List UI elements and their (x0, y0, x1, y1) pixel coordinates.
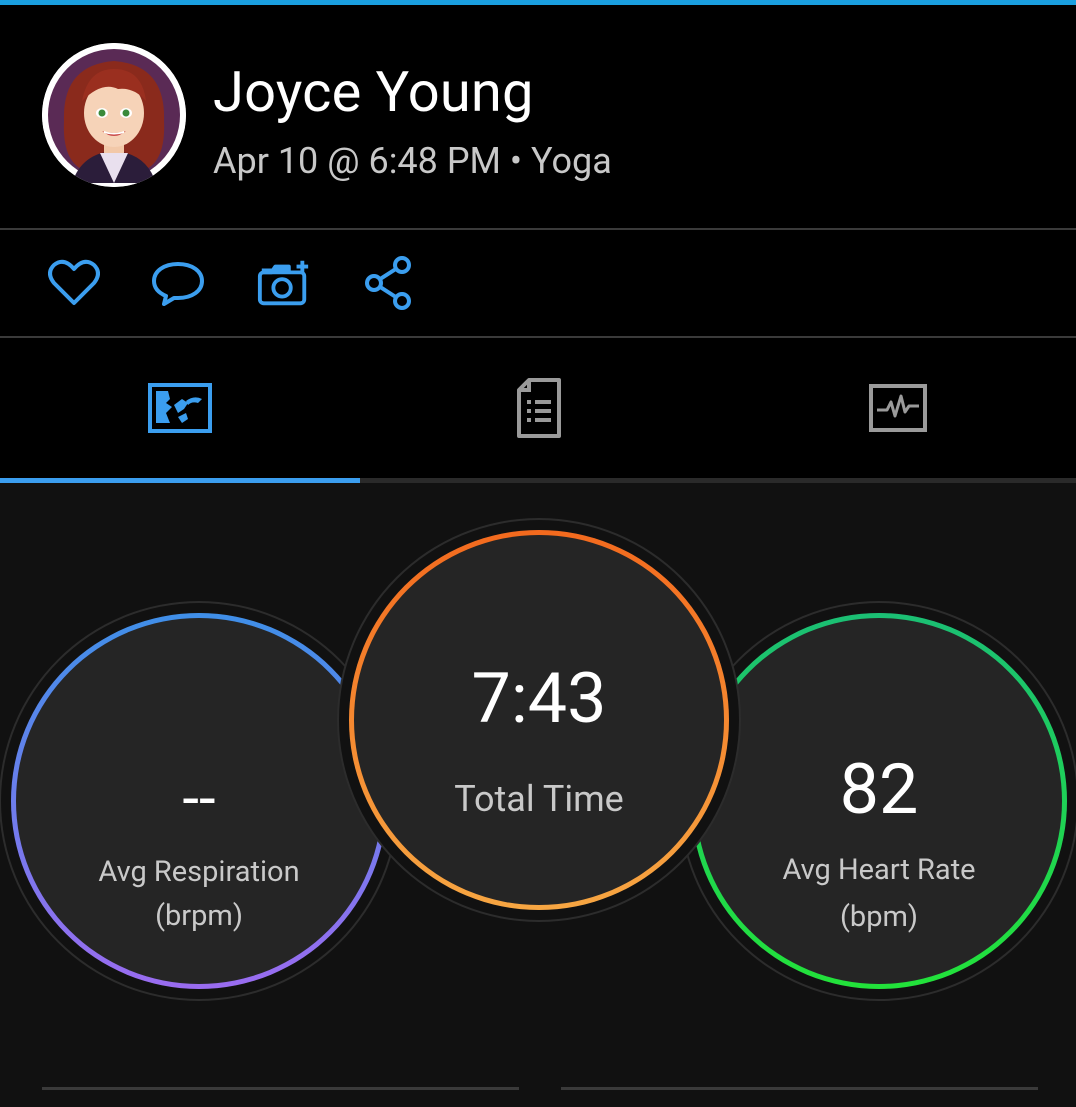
avg-heart-rate-stat: 82 Avg Heart Rate (bpm) (691, 613, 1067, 989)
stat-unit: (brpm) (155, 899, 243, 933)
stat-value: 7:43 (471, 658, 607, 740)
divider (561, 1087, 1038, 1090)
stat-value: 82 (839, 749, 919, 831)
add-photo-icon (257, 260, 309, 306)
tab-bar (0, 338, 1076, 483)
heart-icon (48, 259, 100, 305)
comment-button[interactable] (150, 255, 206, 311)
comment-icon (152, 262, 204, 306)
divider (42, 1087, 519, 1090)
activity-subtitle: Apr 10 @ 6:48 PM • Yoga (213, 140, 612, 182)
details-document-icon (516, 378, 561, 438)
action-row (0, 230, 1076, 336)
tab-charts[interactable] (718, 338, 1076, 478)
stat-unit: (bpm) (839, 900, 919, 934)
avg-respiration-stat: -- Avg Respiration (brpm) (11, 613, 387, 989)
share-icon (365, 256, 411, 310)
share-button[interactable] (360, 255, 416, 311)
activity-header: Joyce Young Apr 10 @ 6:48 PM • Yoga (0, 5, 1076, 229)
stats-panel: -- Avg Respiration (brpm) 82 Avg Heart R… (0, 483, 1076, 1107)
stat-label: Avg Heart Rate (782, 853, 976, 887)
overview-map-icon (147, 383, 212, 433)
stat-label: Avg Respiration (98, 855, 300, 889)
avatar[interactable] (42, 43, 186, 187)
stat-label: Total Time (454, 778, 624, 820)
charts-pulse-icon (868, 384, 927, 432)
stat-value: -- (182, 763, 216, 834)
total-time-stat: 7:43 Total Time (349, 530, 729, 910)
tab-details[interactable] (359, 338, 718, 478)
user-name[interactable]: Joyce Young (213, 59, 534, 125)
like-button[interactable] (46, 255, 102, 311)
add-photo-button[interactable] (256, 255, 312, 311)
tab-overview[interactable] (0, 338, 359, 478)
